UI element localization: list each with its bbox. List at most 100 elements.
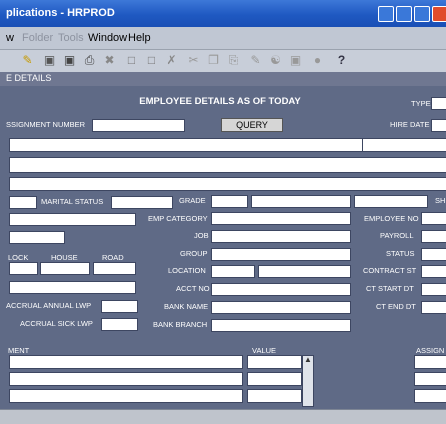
field-left-b[interactable]	[9, 213, 136, 226]
assign-row-2[interactable]	[414, 372, 446, 386]
menu-item-folder[interactable]: Folder	[22, 32, 53, 44]
translate-icon[interactable]: ●	[310, 53, 325, 68]
accrual-sick-lwp-field[interactable]	[101, 318, 138, 331]
bank-branch-field[interactable]	[211, 319, 351, 332]
menu-bar: w Folder Tools Window Help	[0, 27, 446, 50]
acct-no-label: ACCT NO	[176, 284, 210, 293]
bank-name-label: BANK NAME	[164, 302, 209, 311]
close-button[interactable]	[432, 6, 446, 22]
ct-end-dt-field[interactable]	[421, 301, 446, 314]
contract-st-label: CONTRACT ST	[363, 266, 417, 275]
value-scrollbar[interactable]: ▲	[302, 355, 314, 407]
contract-st-field[interactable]	[421, 265, 446, 278]
accrual-annual-lwp-field[interactable]	[101, 300, 138, 313]
restore-button[interactable]	[396, 6, 412, 22]
ct-start-dt-field[interactable]	[421, 283, 446, 296]
job-label: JOB	[194, 231, 209, 240]
emp-category-field[interactable]	[211, 212, 351, 225]
house-label: HOUSE	[51, 253, 78, 262]
element-column-header: MENT	[8, 346, 30, 355]
hire-date-label: HIRE DATE	[390, 120, 430, 129]
type-label: TYPE	[411, 99, 431, 108]
bank-branch-label: BANK BRANCH	[153, 320, 208, 329]
edit-icon[interactable]: ✎	[248, 53, 263, 68]
element-row-2[interactable]	[9, 372, 243, 386]
payroll-field[interactable]	[421, 230, 446, 243]
acct-no-field[interactable]	[211, 283, 351, 296]
folder-tools-icon[interactable]: ▣	[288, 53, 303, 68]
open-icon[interactable]: ▣	[42, 53, 57, 68]
wide-field-1[interactable]	[9, 138, 364, 152]
road-field[interactable]	[93, 262, 136, 275]
assign-row-3[interactable]	[414, 389, 446, 403]
new-icon[interactable]: ✎	[20, 53, 35, 68]
assign-column-header: ASSIGN	[416, 346, 445, 355]
grade-field-c[interactable]	[354, 195, 428, 208]
marital-status-label: MARITAL STATUS	[41, 197, 104, 206]
menu-item-help[interactable]: Help	[128, 32, 151, 44]
grade-field-b[interactable]	[251, 195, 351, 208]
hire-date-field[interactable]	[431, 119, 446, 132]
element-row-3[interactable]	[9, 389, 243, 403]
attachment-icon[interactable]: ☯	[268, 53, 283, 68]
menu-item-tools[interactable]: Tools	[58, 32, 84, 44]
menu-item-window-frag[interactable]: w	[6, 32, 14, 44]
location-field-b[interactable]	[258, 265, 351, 278]
emp-category-label: EMP CATEGORY	[148, 214, 208, 223]
help-icon[interactable]: ?	[334, 53, 349, 68]
print-icon[interactable]: ⎙	[82, 53, 97, 68]
value-row-2[interactable]	[247, 372, 302, 386]
page-title: EMPLOYEE DETAILS AS OF TODAY	[139, 96, 301, 107]
bank-name-field[interactable]	[211, 301, 351, 314]
field-left-d[interactable]	[9, 281, 136, 294]
menu-item-window[interactable]: Window	[88, 32, 127, 44]
copy-icon[interactable]: ❐	[206, 53, 221, 68]
location-field-a[interactable]	[211, 265, 255, 278]
lock-field[interactable]	[9, 262, 38, 275]
panel-header: E DETAILS	[0, 72, 446, 86]
assign-row-1[interactable]	[414, 355, 446, 369]
wide-field-2[interactable]	[9, 157, 446, 173]
accrual-sick-lwp-label: ACCRUAL SICK LWP	[20, 319, 93, 328]
wide-field-1b[interactable]	[362, 138, 446, 152]
close-form-icon[interactable]: ✖	[102, 53, 117, 68]
payroll-label: PAYROLL	[380, 231, 414, 240]
ct-start-dt-label: CT START DT	[366, 284, 414, 293]
assignment-number-field[interactable]	[92, 119, 185, 132]
status-field[interactable]	[421, 248, 446, 261]
group-field[interactable]	[211, 248, 351, 261]
road-label: ROAD	[102, 253, 124, 262]
type-field[interactable]	[431, 97, 446, 110]
value-column-header: VALUE	[252, 346, 277, 355]
scroll-up-icon[interactable]: ▲	[304, 355, 312, 364]
save-icon[interactable]: ▣	[62, 53, 77, 68]
paste-icon[interactable]: ⎘	[226, 53, 241, 68]
status-bar	[0, 409, 446, 424]
location-label: LOCATION	[168, 266, 206, 275]
value-row-1[interactable]	[247, 355, 302, 369]
marital-status-field[interactable]	[111, 196, 173, 209]
value-row-3[interactable]	[247, 389, 302, 403]
panel-title: E DETAILS	[6, 73, 52, 83]
maximize-button[interactable]	[414, 6, 430, 22]
house-field[interactable]	[40, 262, 90, 275]
new-record-icon[interactable]: □	[124, 53, 139, 68]
job-field[interactable]	[211, 230, 351, 243]
minimize-button[interactable]	[378, 6, 394, 22]
employee-no-field[interactable]	[421, 212, 446, 225]
cut-icon[interactable]: ✂	[186, 53, 201, 68]
window-title: plications - HRPROD	[6, 7, 115, 19]
field-left-a[interactable]	[9, 196, 37, 209]
query-button[interactable]: QUERY	[221, 118, 283, 132]
element-row-1[interactable]	[9, 355, 243, 369]
field-left-c[interactable]	[9, 231, 65, 244]
group-label: GROUP	[180, 249, 208, 258]
grade-field-a[interactable]	[211, 195, 248, 208]
clear-record-icon[interactable]: □	[144, 53, 159, 68]
grade-label: GRADE	[179, 196, 206, 205]
employee-no-label: EMPLOYEE NO	[364, 214, 419, 223]
delete-icon[interactable]: ✗	[164, 53, 179, 68]
sh-label: SH	[435, 196, 446, 205]
wide-field-3[interactable]	[9, 177, 446, 191]
title-bar: plications - HRPROD	[0, 0, 446, 27]
